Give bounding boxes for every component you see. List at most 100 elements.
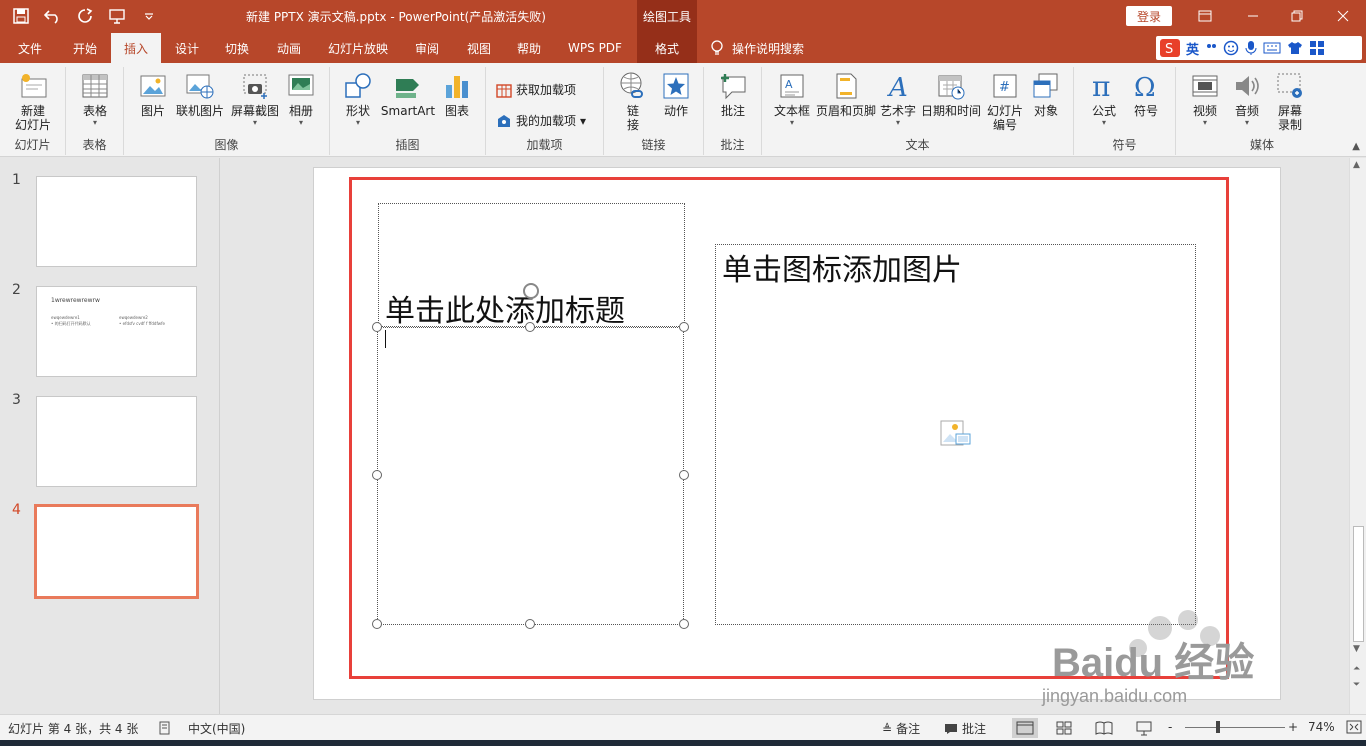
screenshot-button[interactable]: 屏幕截图 ▾ bbox=[228, 71, 282, 127]
slide-sorter-view-icon[interactable] bbox=[1054, 718, 1074, 738]
title-placeholder-text[interactable]: 单击此处添加标题 bbox=[385, 286, 625, 330]
tab-view[interactable]: 视图 bbox=[456, 33, 502, 63]
minimize-button[interactable] bbox=[1236, 4, 1270, 28]
shapes-button[interactable]: 形状 ▾ bbox=[340, 71, 376, 127]
resize-handle[interactable] bbox=[679, 322, 689, 332]
symbol-button[interactable]: Ω 符号 bbox=[1128, 71, 1164, 118]
login-button[interactable]: 登录 bbox=[1126, 6, 1172, 26]
resize-handle[interactable] bbox=[525, 619, 535, 629]
undo-button[interactable] bbox=[40, 5, 66, 27]
comment-button[interactable]: 批注 bbox=[716, 71, 750, 118]
redo-button[interactable] bbox=[72, 5, 98, 27]
tell-me-search[interactable]: 操作说明搜索 bbox=[710, 33, 804, 63]
smartart-button[interactable]: SmartArt bbox=[380, 71, 436, 118]
slide-thumbnail-4[interactable] bbox=[34, 504, 199, 599]
start-slideshow-button[interactable] bbox=[104, 5, 130, 27]
content-placeholder[interactable] bbox=[377, 327, 684, 625]
fit-to-window-icon[interactable] bbox=[1346, 720, 1362, 734]
online-picture-button[interactable]: 联机图片 bbox=[174, 71, 226, 118]
equation-button[interactable]: π 公式 ▾ bbox=[1086, 71, 1122, 127]
tab-home[interactable]: 开始 bbox=[62, 33, 108, 63]
microphone-icon[interactable] bbox=[1245, 40, 1257, 56]
wordart-button[interactable]: A 艺术字 ▾ bbox=[878, 71, 918, 127]
table-button[interactable]: 表格 ▾ bbox=[78, 71, 112, 127]
collapse-ribbon-icon[interactable]: ▲ bbox=[1352, 141, 1360, 152]
date-time-button[interactable]: 日期和时间 bbox=[920, 71, 982, 118]
ime-mode[interactable]: 英 bbox=[1186, 39, 1199, 58]
get-addins-button[interactable]: 获取加载项 bbox=[496, 81, 576, 98]
zoom-in-button[interactable]: + bbox=[1288, 720, 1298, 734]
rotate-handle-icon[interactable] bbox=[523, 283, 539, 299]
textbox-button[interactable]: A 文本框 ▾ bbox=[770, 71, 814, 127]
slide-thumbnail-3[interactable] bbox=[36, 396, 197, 487]
photo-album-icon bbox=[288, 74, 314, 96]
keyboard-icon[interactable] bbox=[1263, 41, 1281, 55]
tab-insert[interactable]: 插入 bbox=[111, 33, 161, 63]
scroll-up-icon[interactable]: ▲ bbox=[1353, 160, 1360, 170]
resize-handle[interactable] bbox=[679, 619, 689, 629]
object-button[interactable]: 对象 bbox=[1028, 71, 1064, 118]
zoom-level[interactable]: 74% bbox=[1308, 720, 1335, 734]
video-button[interactable]: 视频 ▾ bbox=[1186, 71, 1224, 127]
scroll-down-icon[interactable]: ▼ bbox=[1353, 644, 1360, 654]
language-status[interactable]: 中文(中国) bbox=[188, 720, 245, 737]
action-button[interactable]: 动作 bbox=[658, 71, 694, 118]
insert-picture-icon[interactable] bbox=[940, 420, 972, 450]
chevron-down-icon: ▾ bbox=[92, 118, 97, 127]
resize-handle[interactable] bbox=[679, 470, 689, 480]
new-slide-button[interactable]: 新建 幻灯片 bbox=[8, 71, 58, 132]
tab-animations[interactable]: 动画 bbox=[266, 33, 312, 63]
photo-album-button[interactable]: 相册 ▾ bbox=[284, 71, 318, 127]
audio-button[interactable]: 音频 ▾ bbox=[1228, 71, 1266, 127]
shirt-icon[interactable] bbox=[1287, 41, 1303, 55]
normal-view-icon[interactable] bbox=[1012, 718, 1038, 738]
ime-toolbar[interactable]: S 英 bbox=[1156, 36, 1362, 60]
punctuation-icon[interactable] bbox=[1205, 41, 1217, 55]
zoom-slider[interactable] bbox=[1185, 727, 1285, 728]
restore-button[interactable] bbox=[1280, 4, 1314, 28]
picture-button[interactable]: 图片 bbox=[134, 71, 172, 118]
slide-number-button[interactable]: # 幻灯片 编号 bbox=[984, 71, 1026, 132]
header-footer-button[interactable]: 页眉和页脚 bbox=[814, 71, 878, 118]
customize-qat-button[interactable] bbox=[136, 5, 162, 27]
screen-recording-button[interactable]: 屏幕 录制 bbox=[1270, 71, 1310, 132]
lightbulb-icon bbox=[711, 40, 723, 55]
slideshow-view-icon[interactable] bbox=[1134, 718, 1154, 738]
notes-toggle-button[interactable]: ≜ 备注 bbox=[882, 720, 920, 737]
spelling-check-icon[interactable] bbox=[158, 721, 172, 735]
zoom-slider-thumb[interactable] bbox=[1216, 721, 1220, 733]
my-addins-button[interactable]: 我的加载项 ▾ bbox=[496, 112, 586, 129]
tab-format[interactable]: 格式 bbox=[637, 33, 697, 63]
close-button[interactable] bbox=[1326, 4, 1360, 28]
previous-slide-icon[interactable]: ⏶ bbox=[1353, 664, 1360, 674]
next-slide-icon[interactable]: ⏷ bbox=[1353, 680, 1360, 690]
slide-thumbnail-1[interactable] bbox=[36, 176, 197, 267]
tab-design[interactable]: 设计 bbox=[164, 33, 210, 63]
tab-transitions[interactable]: 切换 bbox=[214, 33, 260, 63]
link-button[interactable]: 链 接 bbox=[616, 71, 650, 132]
resize-handle[interactable] bbox=[372, 470, 382, 480]
slide-number-icon: # bbox=[993, 74, 1017, 98]
reading-view-icon[interactable] bbox=[1094, 718, 1114, 738]
chart-button[interactable]: 图表 bbox=[440, 71, 474, 118]
resize-handle[interactable] bbox=[372, 322, 382, 332]
tab-file[interactable]: 文件 bbox=[8, 33, 52, 63]
scroll-thumb[interactable] bbox=[1353, 526, 1364, 642]
zoom-out-button[interactable]: - bbox=[1168, 720, 1172, 734]
emoji-icon[interactable] bbox=[1223, 40, 1239, 56]
toolbox-icon[interactable] bbox=[1309, 40, 1325, 56]
resize-handle[interactable] bbox=[525, 322, 535, 332]
tab-review[interactable]: 审阅 bbox=[404, 33, 450, 63]
vertical-scrollbar[interactable]: ▲ ▼ ⏶ ⏷ bbox=[1349, 158, 1366, 714]
slide-thumbnail-2[interactable]: 1wrewrewrewrw ewqewdewre1 • 的扫码打开代码默认 ew… bbox=[36, 286, 197, 377]
header-footer-icon bbox=[836, 73, 857, 99]
tab-wps-pdf[interactable]: WPS PDF bbox=[558, 33, 632, 63]
tab-slideshow[interactable]: 幻灯片放映 bbox=[318, 33, 398, 63]
save-button[interactable] bbox=[8, 5, 34, 27]
wordart-label: 艺术字 bbox=[879, 104, 916, 118]
comments-toggle-button[interactable]: 批注 bbox=[944, 720, 986, 737]
resize-handle[interactable] bbox=[372, 619, 382, 629]
thumbnail-text: • efdsfv cvdf f ffddfwfe bbox=[119, 321, 165, 326]
tab-help[interactable]: 帮助 bbox=[506, 33, 552, 63]
ribbon-display-options-button[interactable] bbox=[1188, 4, 1222, 28]
